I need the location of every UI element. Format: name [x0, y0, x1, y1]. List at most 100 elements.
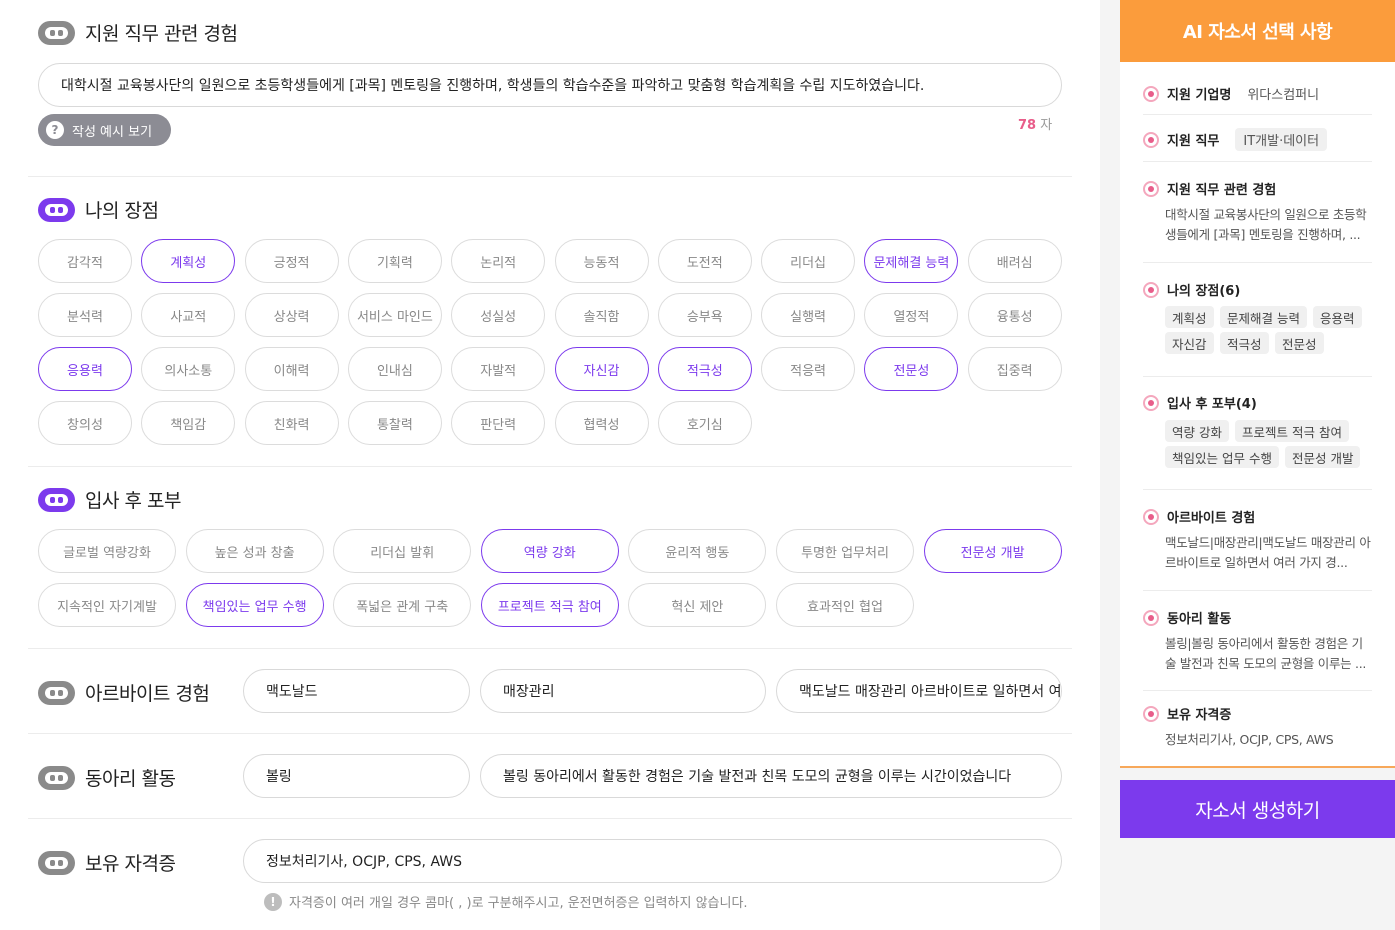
- strength-chip[interactable]: 전문성: [864, 347, 959, 391]
- summary-experience-text: 대학시절 교육봉사단의 일원으로 초등학생들에게 [과목] 멘토링을 진행하며,…: [1165, 207, 1367, 242]
- summary-job-label: 지원 직무: [1167, 134, 1220, 149]
- summary-job-value: IT개발·데이터: [1235, 128, 1328, 151]
- strength-chip[interactable]: 응용력: [38, 347, 132, 391]
- robot-icon: [38, 680, 75, 705]
- parttime-company-input[interactable]: 맥도날드: [243, 669, 470, 713]
- question-icon: ?: [46, 121, 64, 139]
- strength-chip[interactable]: 도전적: [657, 239, 752, 283]
- strength-chip[interactable]: 승부욕: [657, 293, 752, 337]
- summary-company: 지원 기업명 위다스컴퍼니: [1143, 84, 1319, 103]
- strength-chip[interactable]: 친화력: [244, 401, 339, 445]
- strength-chip[interactable]: 집중력: [967, 347, 1062, 391]
- summary-tag: 책임있는 업무 수행: [1165, 446, 1279, 468]
- aspiration-chip[interactable]: 폭넓은 관계 구축: [333, 583, 472, 627]
- parttime-desc-input[interactable]: 맥도날드 매장관리 아르바이트로 일하면서 여러 가지 경험을: [776, 669, 1062, 713]
- bullet-icon: [1143, 705, 1159, 722]
- strength-chip[interactable]: 문제해결 능력: [864, 239, 959, 283]
- summary-tag: 전문성 개발: [1285, 446, 1361, 468]
- divider: [1143, 114, 1372, 115]
- strength-chip[interactable]: 리더십: [761, 239, 856, 283]
- strength-chip[interactable]: 배려심: [967, 239, 1062, 283]
- strength-chip[interactable]: 계획성: [141, 239, 236, 283]
- generate-button[interactable]: 자소서 생성하기: [1120, 780, 1395, 838]
- strength-chip[interactable]: 서비스 마인드: [347, 293, 442, 337]
- strength-chip[interactable]: 성실성: [451, 293, 546, 337]
- aspiration-chip[interactable]: 지속적인 자기계발: [38, 583, 176, 627]
- strength-chip[interactable]: 적응력: [761, 347, 856, 391]
- aspiration-chip[interactable]: 높은 성과 창출: [185, 529, 324, 573]
- example-button[interactable]: ? 작성 예시 보기: [38, 114, 171, 146]
- divider: [1143, 690, 1372, 691]
- strength-chip[interactable]: 논리적: [451, 239, 546, 283]
- robot-icon: [38, 487, 75, 512]
- strength-chip[interactable]: 감각적: [38, 239, 132, 283]
- robot-icon: [38, 197, 75, 222]
- aspiration-chip[interactable]: 투명한 업무처리: [776, 529, 914, 573]
- strength-chip[interactable]: 창의성: [38, 401, 132, 445]
- strength-chip[interactable]: 통찰력: [347, 401, 442, 445]
- bullet-icon: [1143, 85, 1159, 102]
- cert-title-label: 보유 자격증: [85, 853, 176, 875]
- club-desc-input[interactable]: 볼링 동아리에서 활동한 경험은 기술 발전과 친목 도모의 균형을 이루는 시…: [480, 754, 1062, 798]
- club-name-input[interactable]: 볼링: [243, 754, 470, 798]
- aspiration-chip[interactable]: 글로벌 역량강화: [38, 529, 176, 573]
- strength-chip[interactable]: 긍정적: [244, 239, 339, 283]
- aspiration-chip[interactable]: 책임있는 업무 수행: [185, 583, 324, 627]
- experience-title: 지원 직무 관련 경험: [38, 19, 238, 46]
- aspiration-chip[interactable]: 혁신 제안: [628, 583, 767, 627]
- strength-chip[interactable]: 실행력: [761, 293, 856, 337]
- strength-chip[interactable]: 솔직함: [554, 293, 649, 337]
- example-button-label: 작성 예시 보기: [72, 124, 153, 140]
- bullet-icon: [1143, 281, 1159, 298]
- bullet-icon: [1143, 394, 1159, 411]
- cert-note: ! 자격증이 여러 개일 경우 콤마( , )로 구분해주시고, 운전면허증은 …: [264, 892, 748, 911]
- strength-chip[interactable]: 이해력: [244, 347, 339, 391]
- strength-chip[interactable]: 협력성: [554, 401, 649, 445]
- summary-panel-title: AI 자소서 선택 사항: [1120, 0, 1395, 62]
- strength-chip[interactable]: 열정적: [864, 293, 959, 337]
- strength-chip[interactable]: 호기심: [657, 401, 752, 445]
- strength-chip[interactable]: 의사소통: [141, 347, 236, 391]
- bullet-icon: [1143, 609, 1159, 626]
- summary-job: 지원 직무 IT개발·데이터: [1143, 128, 1328, 151]
- aspiration-chip[interactable]: 전문성 개발: [923, 529, 1062, 573]
- club-title: 동아리 활동: [38, 764, 176, 791]
- form-area: 지원 직무 관련 경험 대학시절 교육봉사단의 일원으로 초등학생들에게 [과목…: [0, 0, 1100, 930]
- strength-chip[interactable]: 판단력: [451, 401, 546, 445]
- strength-chip[interactable]: 자발적: [451, 347, 546, 391]
- strength-chip[interactable]: 책임감: [141, 401, 236, 445]
- summary-strengths-label: 나의 장점(6): [1167, 284, 1241, 299]
- aspiration-chip[interactable]: 프로젝트 적극 참여: [480, 583, 619, 627]
- strength-chip[interactable]: 기획력: [347, 239, 442, 283]
- summary-club-text: 볼링|볼링 동아리에서 활동한 경험은 기술 발전과 친목 도모의 균형을 이루…: [1165, 636, 1367, 671]
- divider: [28, 648, 1072, 649]
- aspiration-chip[interactable]: 역량 강화: [480, 529, 619, 573]
- parttime-title-label: 아르바이트 경험: [85, 683, 210, 705]
- cert-note-text: 자격증이 여러 개일 경우 콤마( , )로 구분해주시고, 운전면허증은 입력…: [289, 896, 748, 911]
- aspiration-chip[interactable]: 효과적인 협업: [776, 583, 914, 627]
- experience-title-label: 지원 직무 관련 경험: [85, 23, 238, 45]
- parttime-role-input[interactable]: 매장관리: [480, 669, 766, 713]
- strength-chip[interactable]: 자신감: [554, 347, 649, 391]
- summary-parttime: 아르바이트 경험: [1143, 507, 1255, 526]
- cert-input[interactable]: 정보처리기사, OCJP, CPS, AWS: [243, 839, 1062, 883]
- robot-icon: [38, 20, 75, 45]
- strength-chip[interactable]: 상상력: [244, 293, 339, 337]
- strength-chip[interactable]: 능동적: [554, 239, 649, 283]
- summary-experience-label: 지원 직무 관련 경험: [1167, 183, 1277, 198]
- strength-chip[interactable]: 적극성: [657, 347, 752, 391]
- summary-club: 동아리 활동: [1143, 608, 1231, 627]
- strength-chip[interactable]: 인내심: [347, 347, 442, 391]
- bullet-icon: [1143, 508, 1159, 525]
- strength-chip[interactable]: 융통성: [967, 293, 1062, 337]
- summary-tag: 자신감: [1165, 332, 1214, 354]
- aspiration-chip[interactable]: 리더십 발휘: [333, 529, 472, 573]
- aspiration-chip[interactable]: 윤리적 행동: [628, 529, 767, 573]
- summary-club-label: 동아리 활동: [1167, 612, 1232, 627]
- experience-textarea[interactable]: 대학시절 교육봉사단의 일원으로 초등학생들에게 [과목] 멘토링을 진행하며,…: [38, 63, 1062, 107]
- strength-chip[interactable]: 분석력: [38, 293, 132, 337]
- strength-chip[interactable]: 사교적: [141, 293, 236, 337]
- summary-company-label: 지원 기업명: [1167, 88, 1232, 103]
- summary-tag: 역량 강화: [1165, 420, 1229, 442]
- cert-title: 보유 자격증: [38, 849, 176, 876]
